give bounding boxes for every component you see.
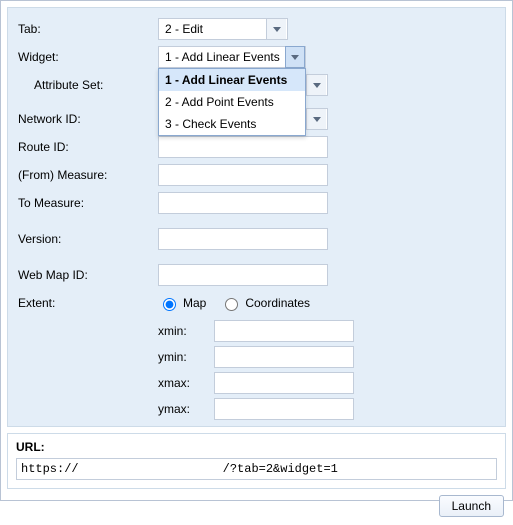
widget-option[interactable]: 1 - Add Linear Events — [159, 69, 305, 91]
xmax-label: xmax: — [158, 376, 214, 390]
chevron-down-icon — [273, 27, 281, 32]
network-id-arrow[interactable] — [306, 109, 326, 129]
widget-option[interactable]: 3 - Check Events — [159, 113, 305, 135]
xmin-input[interactable] — [214, 320, 354, 342]
web-map-id-label: Web Map ID: — [18, 268, 158, 282]
ymin-input[interactable] — [214, 346, 354, 368]
extent-map-radio-label[interactable]: Map — [158, 295, 206, 311]
widget-option[interactable]: 2 - Add Point Events — [159, 91, 305, 113]
version-label: Version: — [18, 232, 158, 246]
network-id-label: Network ID: — [18, 112, 158, 126]
extent-coords-radio[interactable] — [225, 298, 238, 311]
widget-select-arrow[interactable] — [285, 46, 305, 68]
extent-coords-text: Coordinates — [245, 296, 310, 310]
form-panel: Tab: 2 - Edit Widget: 1 - Add Linear Eve… — [7, 7, 506, 427]
web-map-id-input[interactable] — [158, 264, 328, 286]
extent-radio-group: Map Coordinates — [158, 295, 310, 311]
widget-label: Widget: — [18, 50, 158, 64]
from-measure-label: (From) Measure: — [18, 168, 158, 182]
to-measure-input[interactable] — [158, 192, 328, 214]
version-input[interactable] — [158, 228, 328, 250]
route-id-input[interactable] — [158, 136, 328, 158]
tab-label: Tab: — [18, 22, 158, 36]
xmax-input[interactable] — [214, 372, 354, 394]
attribute-set-arrow[interactable] — [306, 75, 326, 95]
attribute-set-label: Attribute Set: — [18, 78, 158, 92]
tab-select-arrow[interactable] — [266, 19, 286, 39]
chevron-down-icon — [291, 55, 299, 60]
extent-map-radio[interactable] — [163, 298, 176, 311]
extent-label: Extent: — [18, 296, 158, 310]
widget-select-value: 1 - Add Linear Events — [159, 50, 285, 64]
tab-select-value: 2 - Edit — [159, 22, 265, 36]
to-measure-label: To Measure: — [18, 196, 158, 210]
extent-map-text: Map — [183, 296, 206, 310]
from-measure-input[interactable] — [158, 164, 328, 186]
url-panel: URL: — [7, 433, 506, 489]
tab-select[interactable]: 2 - Edit — [158, 18, 288, 40]
url-label: URL: — [16, 440, 497, 454]
extent-coords-radio-label[interactable]: Coordinates — [220, 295, 310, 311]
ymin-label: ymin: — [158, 350, 214, 364]
chevron-down-icon — [313, 117, 321, 122]
url-input[interactable] — [16, 458, 497, 480]
xmin-label: xmin: — [158, 324, 214, 338]
route-id-label: Route ID: — [18, 140, 158, 154]
settings-panel: Tab: 2 - Edit Widget: 1 - Add Linear Eve… — [0, 0, 513, 501]
ymax-input[interactable] — [214, 398, 354, 420]
widget-select[interactable]: 1 - Add Linear Events 1 - Add Linear Eve… — [158, 46, 306, 68]
ymax-label: ymax: — [158, 402, 214, 416]
launch-bar: Launch — [1, 495, 512, 525]
launch-button[interactable]: Launch — [439, 495, 504, 517]
chevron-down-icon — [313, 83, 321, 88]
widget-dropdown-list: 1 - Add Linear Events 2 - Add Point Even… — [158, 68, 306, 136]
